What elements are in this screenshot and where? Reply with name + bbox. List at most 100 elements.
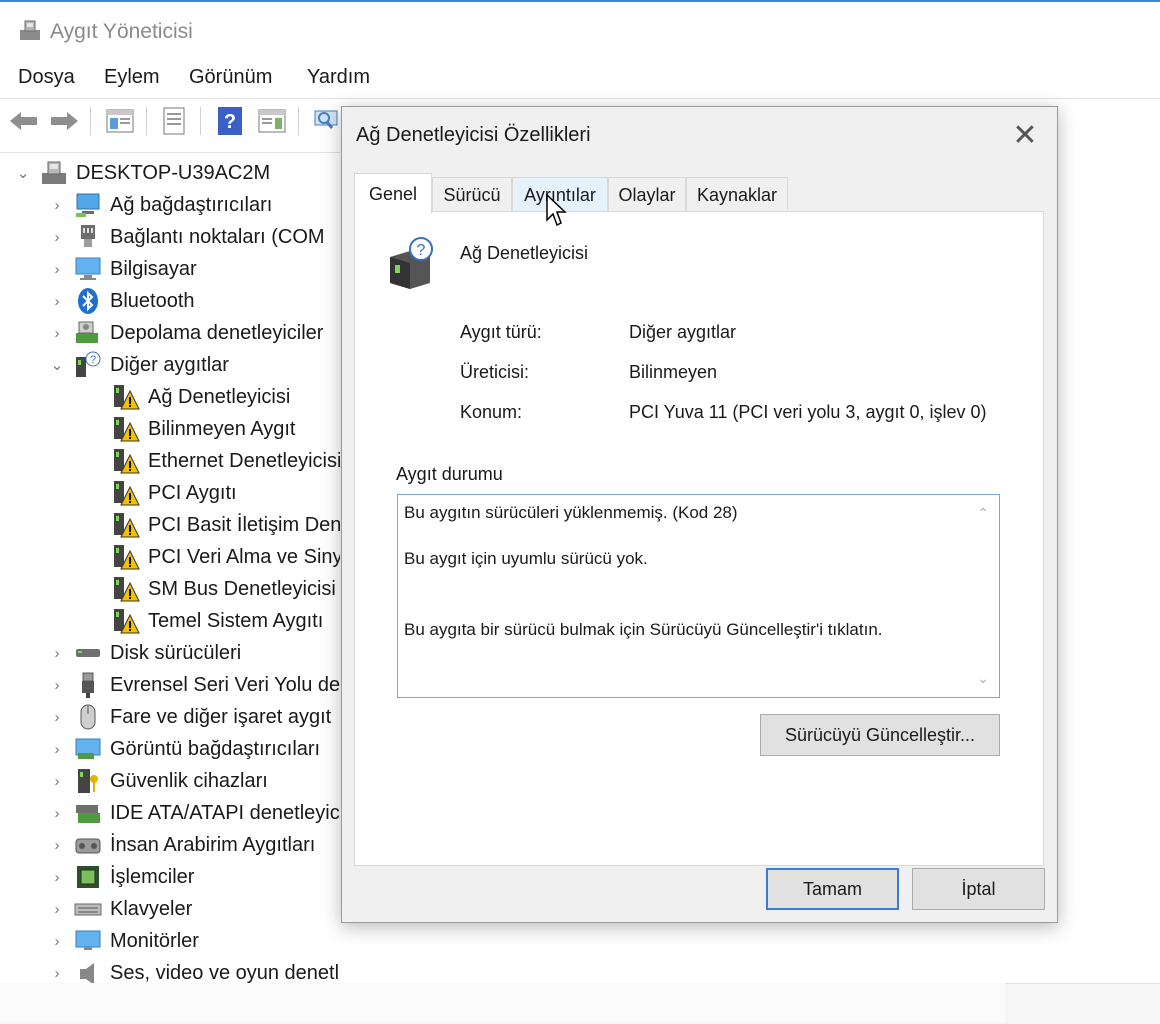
menu-gorunum[interactable]: Görünüm: [189, 66, 272, 89]
menu-yardim[interactable]: Yardım: [307, 66, 370, 89]
location-value: PCI Yuva 11 (PCI veri yolu 3, aygıt 0, i…: [629, 402, 987, 422]
tree-item-label: Görüntü bağdaştırıcıları: [110, 737, 321, 760]
tree-item-label: İnsan Arabirim Aygıtları: [110, 833, 316, 856]
tree-item-ports[interactable]: › Bağlantı noktaları (COM: [48, 221, 325, 253]
tree-item-disk-drives[interactable]: › Disk sürücüleri: [48, 637, 242, 669]
update-driver-button[interactable]: Sürücüyü Güncelleştir...: [760, 714, 1000, 756]
tree-item-ide-controllers[interactable]: › IDE ATA/ATAPI denetleyic: [48, 797, 340, 829]
toolbar-separator: [146, 107, 147, 135]
mouse-icon: [80, 704, 96, 730]
tree-child-base-system[interactable]: Temel Sistem Aygıtı: [112, 605, 323, 637]
ide-controller-icon: [76, 805, 100, 823]
tree-item-label: Depolama denetleyiciler: [110, 321, 324, 344]
scroll-up-icon[interactable]: ⌃: [977, 505, 989, 522]
tree-child-label: Bilinmeyen Aygıt: [148, 417, 296, 440]
action-pane-button[interactable]: [256, 105, 288, 137]
chevron-right-icon[interactable]: ›: [48, 965, 66, 982]
tree-item-display-adapters[interactable]: › Görüntü bağdaştırıcıları: [48, 733, 321, 765]
chevron-down-icon[interactable]: ⌄: [48, 356, 66, 374]
tree-item-bluetooth[interactable]: › Bluetooth: [48, 285, 195, 317]
close-icon: ✕: [1012, 118, 1038, 152]
chevron-right-icon[interactable]: ›: [48, 677, 66, 694]
tree-child-label: Ethernet Denetleyicisi: [148, 449, 340, 472]
warning-device-icon: [114, 609, 140, 634]
tree-item-processors[interactable]: › İşlemciler: [48, 861, 194, 893]
properties-button[interactable]: [158, 105, 190, 137]
bluetooth-icon: [78, 288, 98, 314]
tree-child-unknown-device[interactable]: Bilinmeyen Aygıt: [112, 413, 296, 445]
close-button[interactable]: ✕: [1006, 117, 1044, 153]
tree-child-pci-data-acq[interactable]: PCI Veri Alma ve Siny: [112, 541, 340, 573]
display-adapter-icon: [75, 738, 101, 759]
help-button[interactable]: ?: [214, 105, 246, 137]
tree-item-network-adapters[interactable]: › Ağ bağdaştırıcıları: [48, 189, 272, 221]
back-button[interactable]: [8, 105, 40, 137]
chevron-right-icon[interactable]: ›: [48, 869, 66, 886]
chevron-right-icon[interactable]: ›: [48, 325, 66, 342]
computer-icon: [75, 257, 101, 280]
help-icon: ?: [218, 107, 242, 135]
tab-olaylar[interactable]: Olaylar: [608, 177, 686, 213]
tree-child-pci-device[interactable]: PCI Aygıtı: [112, 477, 237, 509]
chevron-right-icon[interactable]: ›: [48, 197, 66, 214]
tab-surucu[interactable]: Sürücü: [432, 177, 512, 213]
show-hide-tree-button[interactable]: [104, 105, 136, 137]
tree-item-keyboards[interactable]: › Klavyeler: [48, 893, 193, 925]
tab-kaynaklar[interactable]: Kaynaklar: [686, 177, 788, 213]
tree-item-sound[interactable]: › Ses, video ve oyun denetleyicileri: [48, 957, 340, 983]
chevron-right-icon[interactable]: ›: [48, 741, 66, 758]
menu-eylem[interactable]: Eylem: [104, 66, 160, 89]
tree-child-label: SM Bus Denetleyicisi: [148, 577, 336, 600]
tree-child-sm-bus[interactable]: SM Bus Denetleyicisi: [112, 573, 336, 605]
chevron-right-icon[interactable]: ›: [48, 709, 66, 726]
chevron-right-icon[interactable]: ›: [48, 293, 66, 310]
tree-item-other-devices[interactable]: ⌄ ? Diğer aygıtlar: [48, 349, 229, 381]
tree-item-usb[interactable]: › Evrensel Seri Veri Yolu de: [48, 669, 340, 701]
chevron-right-icon[interactable]: ›: [48, 261, 66, 278]
device-status-textbox[interactable]: Bu aygıtın sürücüleri yüklenmemiş. (Kod …: [397, 494, 1000, 698]
tree-child-label: PCI Basit İletişim Den: [148, 513, 340, 536]
device-type-label: Aygıt türü:: [460, 322, 542, 342]
tree-item-label: IDE ATA/ATAPI denetleyic: [110, 801, 340, 824]
tree-item-security-devices[interactable]: › Güvenlik cihazları: [48, 765, 268, 797]
tree-child-ethernet-controller[interactable]: Ethernet Denetleyicisi: [112, 445, 340, 477]
tree-item-label: Fare ve diğer işaret aygıt: [110, 705, 332, 728]
tree-child-network-controller[interactable]: Ağ Denetleyicisi: [112, 381, 290, 413]
window-title: Aygıt Yöneticisi: [50, 20, 193, 43]
chevron-right-icon[interactable]: ›: [48, 645, 66, 662]
chevron-right-icon[interactable]: ›: [48, 901, 66, 918]
security-device-icon: [78, 769, 98, 793]
network-adapter-icon: [76, 193, 100, 217]
tree-item-monitors[interactable]: › Monitörler: [48, 925, 199, 957]
tree-item-label: Güvenlik cihazları: [110, 769, 268, 792]
cancel-button[interactable]: İptal: [912, 868, 1045, 910]
scan-hardware-button[interactable]: [310, 105, 342, 137]
chevron-right-icon[interactable]: ›: [48, 229, 66, 246]
menu-dosya[interactable]: Dosya: [18, 66, 75, 89]
tree-item-computer[interactable]: › Bilgisayar: [48, 253, 197, 285]
forward-button[interactable]: [48, 105, 80, 137]
dialog-title: Ağ Denetleyicisi Özellikleri: [356, 124, 591, 146]
tree-child-label: PCI Veri Alma ve Siny: [148, 545, 340, 568]
location-label: Konum:: [460, 402, 523, 422]
tree-item-hid[interactable]: › İnsan Arabirim Aygıtları: [48, 829, 316, 861]
svg-text:?: ?: [224, 111, 236, 133]
chevron-right-icon[interactable]: ›: [48, 773, 66, 790]
tree-item-label: Monitörler: [110, 929, 199, 952]
mouse-cursor-icon: [546, 194, 567, 227]
disk-drive-icon: [76, 649, 100, 657]
chevron-right-icon[interactable]: ›: [48, 933, 66, 950]
scroll-down-icon[interactable]: ⌄: [977, 670, 989, 687]
ok-button[interactable]: Tamam: [766, 868, 899, 910]
tree-item-mice[interactable]: › Fare ve diğer işaret aygıt: [48, 701, 331, 733]
chevron-right-icon[interactable]: ›: [48, 805, 66, 822]
tab-genel[interactable]: Genel: [354, 173, 432, 214]
toolbar-separator: [298, 107, 299, 135]
tree-item-storage-controllers[interactable]: › Depolama denetleyiciler: [48, 317, 323, 349]
usb-icon: [82, 672, 94, 698]
tree-root[interactable]: ⌄ DESKTOP-U39AC2M: [14, 157, 270, 189]
tree-child-pci-simple-comm[interactable]: PCI Basit İletişim Den: [112, 509, 340, 541]
chevron-down-icon[interactable]: ⌄: [14, 164, 32, 182]
chevron-right-icon[interactable]: ›: [48, 837, 66, 854]
toolbar-separator: [200, 107, 201, 135]
